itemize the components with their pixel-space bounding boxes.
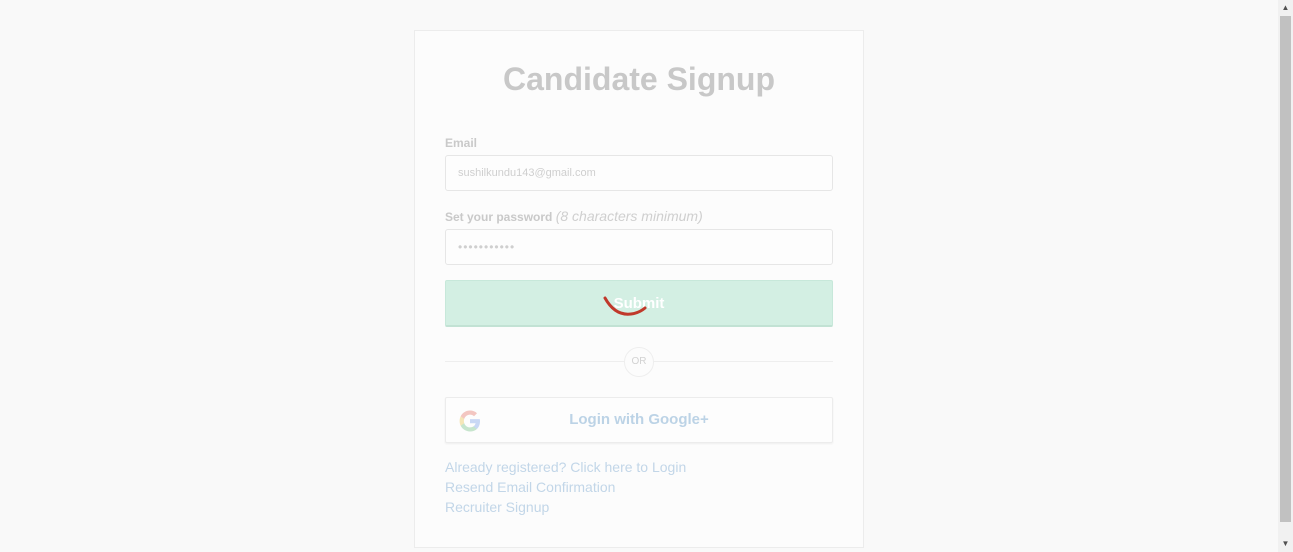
vertical-scrollbar[interactable]: ▲ ▼ — [1278, 0, 1293, 552]
loading-spinner-icon — [603, 296, 647, 316]
email-field[interactable]: sushilkundu143@gmail.com — [445, 155, 833, 191]
password-label-text: Set your password — [445, 210, 553, 224]
email-label: Email — [445, 136, 478, 150]
resend-confirmation-link[interactable]: Resend Email Confirmation — [445, 479, 615, 495]
signup-card: Candidate Signup Email sushilkundu143@gm… — [414, 30, 864, 548]
chevron-down-icon[interactable]: ▼ — [1278, 537, 1293, 551]
recruiter-signup-link[interactable]: Recruiter Signup — [445, 499, 549, 515]
chevron-up-icon[interactable]: ▲ — [1278, 1, 1293, 15]
scrollbar-thumb[interactable] — [1280, 16, 1291, 522]
google-login-label: Login with Google+ — [569, 411, 709, 428]
password-field[interactable]: ••••••••••• — [445, 229, 833, 265]
page-title: Candidate Signup — [503, 61, 775, 97]
page: Candidate Signup Email sushilkundu143@gm… — [0, 0, 1278, 552]
or-divider: OR — [624, 347, 654, 377]
password-hint: (8 characters minimum) — [555, 208, 703, 224]
login-link[interactable]: Already registered? Click here to Login — [445, 459, 686, 475]
password-label: Set your password (8 characters minimum) — [445, 208, 703, 224]
google-login-button[interactable]: Login with Google+ — [445, 397, 833, 443]
